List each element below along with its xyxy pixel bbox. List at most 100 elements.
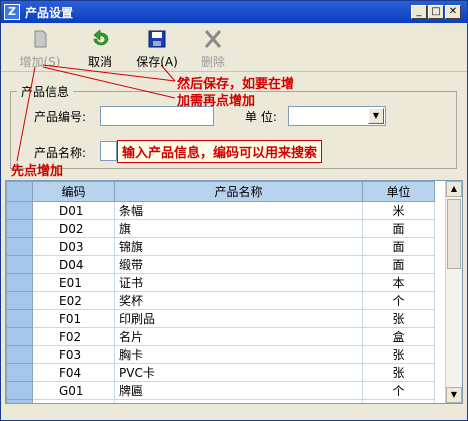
product-name-label: 产品名称:: [34, 146, 87, 160]
scrollbar-thumb[interactable]: [447, 199, 461, 269]
cell-name[interactable]: 胸卡: [114, 345, 363, 364]
close-button[interactable]: ✕: [445, 5, 461, 19]
app-icon: Z: [4, 4, 20, 20]
column-header-unit[interactable]: 单位: [362, 181, 435, 202]
table-row[interactable]: D02 旗面: [6, 219, 435, 238]
vertical-scrollbar[interactable]: ▲ ▼: [445, 181, 462, 403]
new-row[interactable]: *: [6, 399, 435, 403]
cell-unit[interactable]: 本: [362, 273, 435, 292]
cell-unit[interactable]: 米: [362, 201, 435, 220]
table-row[interactable]: D01 条幅米: [6, 201, 435, 220]
cell-name[interactable]: 旗: [114, 219, 363, 238]
cancel-button-label: 取消: [87, 55, 112, 69]
delete-x-icon: [204, 30, 222, 48]
save-button[interactable]: 保存(A): [132, 27, 182, 69]
column-header-name[interactable]: 产品名称: [114, 181, 363, 202]
add-hint-annotation: 先点增加: [11, 164, 64, 179]
delete-button[interactable]: 删除: [188, 27, 238, 69]
cell-code[interactable]: F02: [32, 327, 115, 346]
window-title: 产品设置: [25, 6, 74, 20]
title-bar[interactable]: Z 产品设置 _ □ ✕: [1, 1, 467, 23]
unit-select[interactable]: ▼: [288, 106, 386, 126]
cell-name[interactable]: 名片: [114, 327, 363, 346]
cell-unit[interactable]: 面: [362, 219, 435, 238]
cell-unit[interactable]: 张: [362, 363, 435, 382]
row-selector[interactable]: [6, 327, 33, 346]
cell-code[interactable]: F03: [32, 345, 115, 364]
row-selector-header[interactable]: [6, 181, 33, 202]
cell-code[interactable]: F04: [32, 363, 115, 382]
cell-name[interactable]: 奖杯: [114, 291, 363, 310]
table-row[interactable]: E01 证书本: [6, 273, 435, 292]
cell-code[interactable]: E01: [32, 273, 115, 292]
table-header-row: 编码 产品名称 单位: [6, 181, 435, 202]
scroll-down-icon[interactable]: ▼: [446, 387, 462, 403]
cell-unit[interactable]: 张: [362, 345, 435, 364]
cell-unit[interactable]: 面: [362, 255, 435, 274]
product-code-label: 产品编号:: [34, 110, 87, 124]
cell-unit[interactable]: 盒: [362, 327, 435, 346]
delete-button-label: 删除: [200, 55, 225, 69]
product-name-input[interactable]: [100, 141, 117, 161]
cell-name[interactable]: 牌匾: [114, 381, 363, 400]
column-header-code[interactable]: 编码: [32, 181, 115, 202]
cell-name[interactable]: 印刷品: [114, 309, 363, 328]
new-document-icon: [34, 30, 47, 48]
row-selector[interactable]: [6, 255, 33, 274]
table-row[interactable]: G01 牌匾个: [6, 381, 435, 400]
cell-code[interactable]: D02: [32, 219, 115, 238]
cell-name[interactable]: 证书: [114, 273, 363, 292]
name-hint-annotation: 输入产品信息，编码可以用来搜索: [117, 140, 323, 163]
table-row[interactable]: D03 锦旗面: [6, 237, 435, 256]
dropdown-arrow-icon[interactable]: ▼: [368, 108, 384, 124]
row-selector[interactable]: [6, 291, 33, 310]
maximize-button[interactable]: □: [428, 5, 444, 19]
product-table: 编码 产品名称 单位 D01 条幅米 D02 旗面 D03 锦旗面 D04 缎带面 E01 证书本…: [5, 180, 463, 404]
table-row[interactable]: D04 缎带面: [6, 255, 435, 274]
table-row[interactable]: F02 名片盒: [6, 327, 435, 346]
save-disk-icon: [148, 30, 166, 48]
product-code-input[interactable]: [100, 106, 214, 126]
cell-name[interactable]: 条幅: [114, 201, 363, 220]
row-selector[interactable]: [6, 273, 33, 292]
cell-code[interactable]: D03: [32, 237, 115, 256]
add-button[interactable]: 增加(S): [15, 27, 65, 69]
cell-unit[interactable]: 个: [362, 291, 435, 310]
row-selector[interactable]: [6, 363, 33, 382]
row-selector[interactable]: [6, 309, 33, 328]
cell-code[interactable]: D01: [32, 201, 115, 220]
cell-unit[interactable]: 张: [362, 309, 435, 328]
cell-code[interactable]: D04: [32, 255, 115, 274]
cell-code[interactable]: E02: [32, 291, 115, 310]
product-info-legend: 产品信息: [17, 83, 74, 100]
scroll-up-icon[interactable]: ▲: [446, 181, 462, 197]
add-button-label: 增加(S): [19, 55, 61, 69]
row-selector[interactable]: [6, 345, 33, 364]
cell-unit[interactable]: 面: [362, 237, 435, 256]
minimize-button[interactable]: _: [411, 5, 427, 19]
cell-name[interactable]: 缎带: [114, 255, 363, 274]
table-row[interactable]: E02 奖杯个: [6, 291, 435, 310]
cell-name[interactable]: [114, 399, 363, 403]
product-settings-window: Z 产品设置 _ □ ✕ 增加(S) 取消 保存(A) 删除 产品信息 产品编号…: [0, 0, 468, 421]
save-button-label: 保存(A): [136, 55, 178, 69]
cell-unit[interactable]: 个: [362, 381, 435, 400]
cell-name[interactable]: PVC卡: [114, 363, 363, 382]
cell-code[interactable]: F01: [32, 309, 115, 328]
cell-name[interactable]: 锦旗: [114, 237, 363, 256]
row-selector[interactable]: [6, 219, 33, 238]
cell-code[interactable]: G01: [32, 381, 115, 400]
table-row[interactable]: F01 印刷品张: [6, 309, 435, 328]
cell-code[interactable]: [32, 399, 115, 403]
table-row[interactable]: F03 胸卡张: [6, 345, 435, 364]
new-row-marker[interactable]: *: [6, 399, 33, 403]
row-selector[interactable]: [6, 201, 33, 220]
toolbar: 增加(S) 取消 保存(A) 删除: [1, 23, 467, 72]
unit-label: 单 位:: [245, 110, 277, 124]
row-selector[interactable]: [6, 381, 33, 400]
cell-unit[interactable]: [362, 399, 435, 403]
row-selector[interactable]: [6, 237, 33, 256]
table-row[interactable]: F04 PVC卡张: [6, 363, 435, 382]
undo-icon: [93, 29, 109, 46]
cancel-button[interactable]: 取消: [75, 27, 125, 69]
